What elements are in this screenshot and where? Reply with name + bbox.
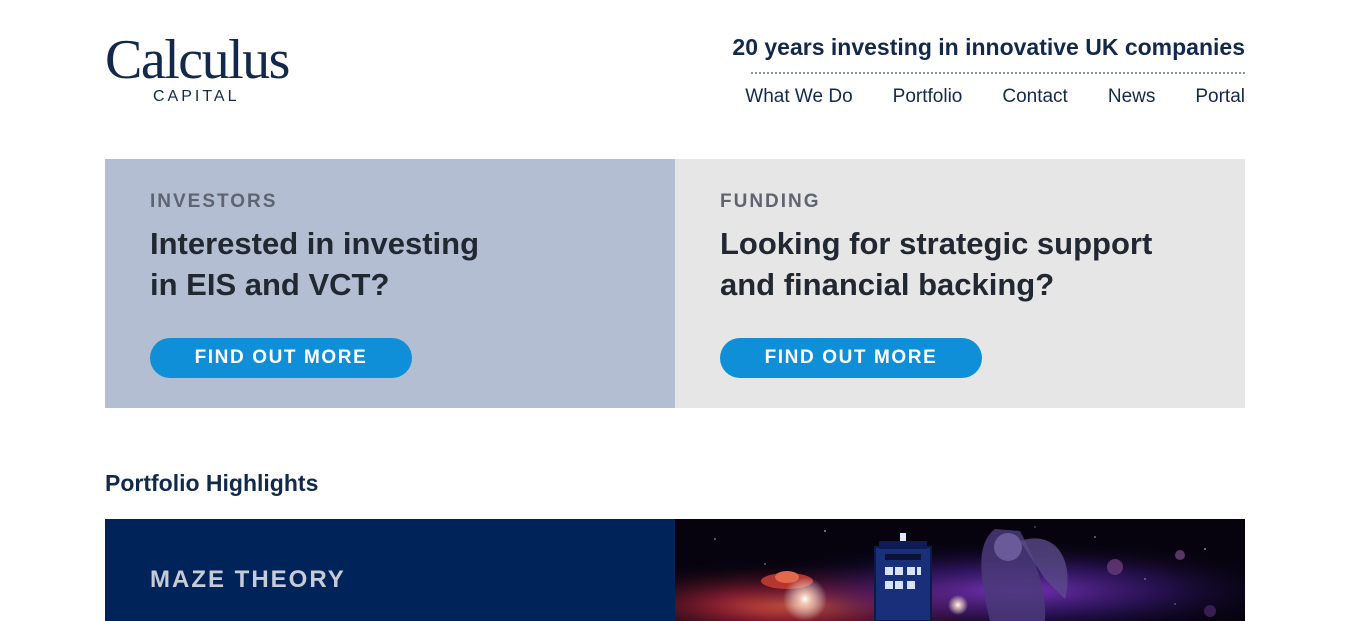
calculus-capital-logo[interactable]: Calculus CAPITAL [105,30,295,110]
logo-subtitle: CAPITAL [153,88,240,105]
investors-headline: Interested in investing in EIS and VCT? [150,226,480,302]
investors-find-out-more-button[interactable]: FIND OUT MORE [150,338,412,378]
logo-wordmark: Calculus [105,29,290,91]
nav-item-what-we-do[interactable]: What We Do [745,86,852,108]
funding-eyebrow: FUNDING [720,191,821,212]
funding-find-out-more-button[interactable]: FIND OUT MORE [720,338,982,378]
nav-item-news[interactable]: News [1108,86,1156,108]
highlight-text-area: MAZE THEORY [105,519,675,621]
nav-item-portfolio[interactable]: Portfolio [893,86,963,108]
funding-panel: FUNDING Looking for strategic support an… [675,159,1245,408]
header-tagline: 20 years investing in innovative UK comp… [732,34,1245,60]
audience-panels: INVESTORS Interested in investing in EIS… [105,159,1245,408]
investors-eyebrow: INVESTORS [150,191,278,212]
highlight-image[interactable] [675,519,1245,621]
space-scene-image [675,519,1245,621]
portfolio-highlights-title: Portfolio Highlights [105,470,319,496]
investors-panel: INVESTORS Interested in investing in EIS… [105,159,675,408]
portfolio-highlight-card[interactable]: MAZE THEORY [105,519,1245,621]
tagline-divider [751,72,1245,74]
highlight-company-name: MAZE THEORY [150,566,346,593]
funding-headline: Looking for strategic support and financ… [720,226,1153,302]
main-nav: What We Do Portfolio Contact News Portal [745,86,1245,108]
nav-item-contact[interactable]: Contact [1002,86,1067,108]
nav-item-portal[interactable]: Portal [1195,86,1245,108]
